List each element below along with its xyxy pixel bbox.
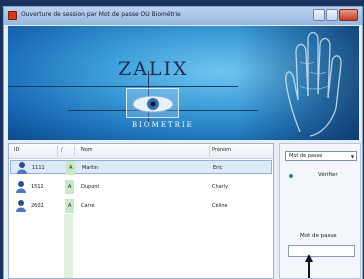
login-window: Ouverture de session par Mot de passe OU… (3, 6, 363, 279)
user-nom: Dupont (81, 184, 100, 190)
column-separator (57, 146, 58, 156)
user-id: 1111 (32, 165, 45, 171)
maximize-button[interactable] (326, 9, 338, 21)
verify-icon[interactable] (289, 174, 293, 178)
status-column (64, 214, 73, 278)
table-row[interactable]: 1512 A Dupont Charly (10, 180, 272, 194)
user-nom: Carré (81, 203, 95, 209)
user-icon (17, 162, 27, 174)
app-icon (8, 11, 17, 20)
chevron-down-icon: ▼ (350, 154, 354, 159)
table-row[interactable]: 1111 A Martin Eric (10, 160, 272, 175)
logo-text: ZALIX (118, 58, 189, 80)
user-status: A (69, 165, 73, 171)
column-header-nom[interactable]: Nom (81, 147, 93, 153)
biometric-banner: ZALIX BIOMETRIE (8, 26, 359, 140)
user-status: A (68, 184, 72, 190)
minimize-button[interactable] (313, 9, 325, 21)
window-title: Ouverture de session par Mot de passe OU… (21, 11, 181, 18)
password-input[interactable] (288, 245, 355, 257)
auth-mode-select[interactable]: Mot de passe ▼ (285, 151, 357, 161)
auth-mode-value: Mot de passe (289, 153, 323, 159)
list-header: ID / Nom Prénom (9, 144, 273, 159)
column-separator (74, 146, 75, 156)
eye-scan-image (126, 88, 179, 118)
password-label: Mot de passe (300, 233, 337, 239)
eye-icon (132, 95, 174, 113)
banner-line (8, 86, 238, 87)
user-status: A (68, 203, 72, 209)
user-nom: Martin (82, 165, 98, 171)
user-list[interactable]: ID / Nom Prénom 1111 A Martin Eric 1512 … (8, 143, 274, 279)
user-icon (16, 200, 26, 212)
arrow-up-icon (305, 254, 313, 278)
column-header-flag[interactable]: / (61, 147, 63, 153)
table-row[interactable]: 2602 A Carré Céline (10, 199, 272, 213)
column-header-prenom[interactable]: Prénom (212, 147, 231, 153)
user-id: 2602 (31, 203, 44, 209)
user-icon (16, 181, 26, 193)
user-id: 1512 (31, 184, 44, 190)
column-separator (209, 146, 210, 156)
verify-button[interactable]: Vérifier (318, 172, 338, 178)
user-prenom: Céline (212, 203, 228, 209)
hand-scan-icon (285, 31, 342, 137)
auth-panel: Mot de passe ▼ Vérifier Mot de passe (279, 143, 361, 279)
logo-subtitle: BIOMETRIE (132, 121, 194, 129)
user-prenom: Charly (212, 184, 229, 190)
column-header-id[interactable]: ID (14, 147, 19, 153)
user-prenom: Eric (213, 165, 223, 171)
close-button[interactable] (339, 9, 358, 21)
title-bar: Ouverture de session par Mot de passe OU… (4, 7, 362, 25)
